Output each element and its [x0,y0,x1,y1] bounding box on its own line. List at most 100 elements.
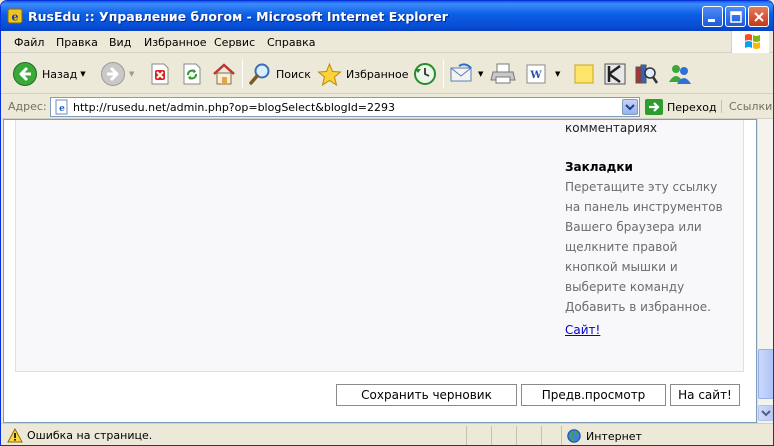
go-button[interactable]: Переход [645,99,717,115]
links-toolbar[interactable]: Ссылки [721,100,772,113]
mail-button[interactable]: ▼ [449,58,483,90]
status-divider [491,426,492,445]
save-draft-button[interactable]: Сохранить черновик [336,384,517,406]
maximize-button[interactable] [725,6,746,27]
bookmarks-text-line: на панель инструментов [565,200,723,214]
title-bar[interactable]: e RusEdu :: Управление блогом - Microsof… [1,1,773,31]
go-arrow-icon [645,99,663,115]
search-icon [249,63,270,85]
research-books-icon [635,64,659,84]
messenger-people-icon [669,65,691,84]
zone-label: Интернет [586,429,642,443]
menu-view[interactable]: Вид [109,36,131,49]
history-button[interactable] [412,58,438,90]
chevron-down-icon [761,410,771,417]
site-bookmark-link[interactable]: Сайт! [565,323,600,337]
home-button[interactable] [211,58,237,90]
chevron-down-icon [625,104,635,111]
security-zone: Интернет [567,429,642,443]
bookmarks-text-line: щелкните правой [565,240,678,254]
status-text: Ошибка на странице. [27,429,153,442]
edit-dropdown-icon[interactable]: ▼ [555,70,560,78]
status-divider [541,426,542,445]
stop-button[interactable] [149,58,171,90]
scrollbar-thumb[interactable] [758,349,773,399]
back-arrow-icon [13,62,37,86]
menu-favorites[interactable]: Избранное [144,36,206,49]
address-bar: Адрес: e http://rusedu.net/admin.php?op=… [1,95,773,119]
forward-button[interactable]: ▼ [100,58,134,90]
mail-icon [450,63,472,82]
back-dropdown-icon[interactable]: ▼ [80,70,85,78]
toolbar-separator [242,60,243,88]
svg-text:e: e [59,104,65,114]
refresh-button[interactable] [181,58,203,90]
page-content: комментариях Закладки Перетащите эту ссы… [3,119,757,423]
stop-icon [151,63,169,85]
minimize-icon [708,19,715,22]
menu-tools[interactable]: Сервис [214,36,255,49]
status-divider [516,426,517,445]
search-button[interactable]: Поиск [248,58,311,90]
bookmarks-heading: Закладки [565,160,633,174]
svg-text:W: W [529,70,542,81]
preview-button[interactable]: Предв.просмотр [521,384,666,406]
to-site-button[interactable]: На сайт! [670,384,740,406]
refresh-icon [183,63,201,85]
address-dropdown-button[interactable] [622,99,638,115]
word-edit-icon: W [526,64,546,84]
back-button[interactable]: Назад ▼ [12,58,86,90]
favorites-star-icon [317,62,342,86]
messenger-button[interactable] [667,58,693,90]
go-label: Переход [667,100,717,114]
home-icon [213,63,235,85]
forward-dropdown-icon[interactable]: ▼ [129,70,134,78]
toolbar: Назад ▼ ▼ Поиск Избранное ▼ W ▼ [1,54,773,94]
bookmarks-text-line: Добавить в избранное. [565,300,711,314]
research-button[interactable] [633,58,659,90]
forward-arrow-icon [101,62,125,86]
editor-panel: комментариях Закладки Перетащите эту ссы… [15,120,744,372]
toolbar-separator [443,60,444,88]
bookmarks-text-line: Вашего браузера или [565,220,702,234]
back-label: Назад [42,67,78,81]
bookmarks-text-line: Перетащите эту ссылку [565,180,718,194]
menu-bar: Файл Правка Вид Избранное Сервис Справка [1,31,773,53]
k-button[interactable] [603,58,627,90]
svg-text:e: e [12,11,19,24]
ie-logo-icon: e [7,8,23,24]
menu-help[interactable]: Справка [267,36,315,49]
warning-icon[interactable] [7,428,23,443]
address-url: http://rusedu.net/admin.php?op=blogSelec… [73,101,396,114]
k-logo-icon [604,63,626,85]
discuss-button[interactable] [572,58,596,90]
sidebar-partial-line: комментариях [565,121,658,135]
address-input[interactable]: e http://rusedu.net/admin.php?op=blogSel… [50,97,640,117]
print-button[interactable] [490,58,516,90]
page-ie-icon: e [55,99,68,115]
internet-globe-icon [567,429,581,443]
bookmarks-text-line: выберите команду [565,280,685,294]
edit-button[interactable]: W ▼ [525,58,560,90]
bookmarks-text-line: кнопкой мышки и [565,260,678,274]
search-label: Поиск [276,67,311,81]
favorites-button[interactable]: Избранное [317,58,408,90]
close-button[interactable] [748,6,769,27]
minimize-button[interactable] [702,6,723,27]
scroll-down-button[interactable] [758,405,773,421]
close-icon [754,12,764,22]
printer-icon [490,63,516,84]
window-title: RusEdu :: Управление блогом - Microsoft … [28,9,448,24]
vertical-scrollbar[interactable] [757,119,773,423]
maximize-icon [730,11,742,23]
status-divider [561,426,562,445]
favorites-label: Избранное [346,67,409,81]
browser-window: e RusEdu :: Управление блогом - Microsof… [0,0,774,446]
menu-edit[interactable]: Правка [56,36,98,49]
mail-dropdown-icon[interactable]: ▼ [478,70,483,78]
status-divider [466,426,467,445]
note-icon [574,64,594,84]
history-icon [414,63,436,85]
windows-flag-icon [731,31,769,53]
menu-file[interactable]: Файл [14,36,44,49]
